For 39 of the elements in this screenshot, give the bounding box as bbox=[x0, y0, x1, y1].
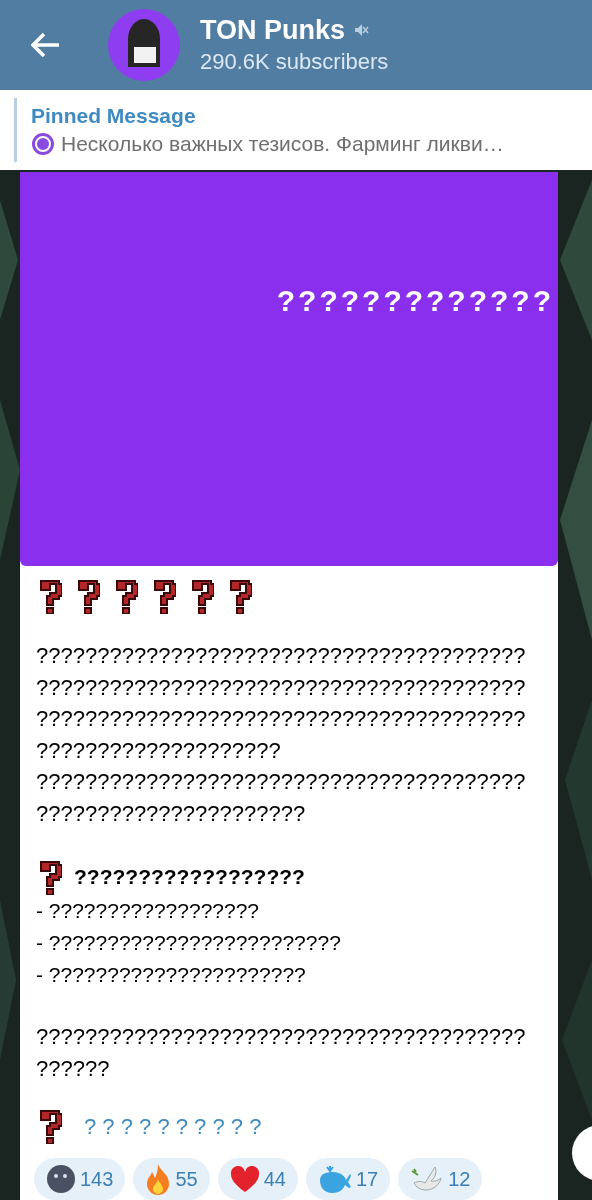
back-arrow-icon bbox=[31, 32, 61, 58]
moon-face-icon bbox=[46, 1164, 76, 1194]
section-heading: ?????????????????? bbox=[74, 864, 305, 891]
message-text-line: ???????????????????????????????????????? bbox=[36, 1023, 527, 1051]
question-mark-icon bbox=[38, 1108, 62, 1144]
message-text-line: ???????????????????????????????????????? bbox=[36, 673, 527, 702]
pinned-text: Несколько важных тезисов. Фарминг ликви… bbox=[61, 131, 504, 157]
reaction-button[interactable]: 12 bbox=[398, 1158, 483, 1200]
message-text-line: ???????????????????????????????????????? bbox=[36, 705, 527, 733]
pinned-label: Pinned Message bbox=[31, 103, 197, 129]
question-mark-icon bbox=[76, 578, 100, 614]
list-item: - ?????????????????????? bbox=[36, 962, 307, 988]
question-mark-icon bbox=[38, 859, 62, 895]
channel-title: TON Punks bbox=[200, 14, 346, 47]
reaction-button[interactable]: 17 bbox=[305, 1158, 391, 1200]
message-text-line: ???????????????????? bbox=[36, 736, 282, 765]
reaction-button[interactable]: 44 bbox=[217, 1158, 298, 1200]
coin-icon bbox=[31, 132, 55, 156]
message-text-line: ?????????????????????? bbox=[36, 799, 307, 828]
heart-icon bbox=[229, 1165, 260, 1193]
message-text-line: ???????????????????????????????????????? bbox=[36, 642, 527, 670]
reaction-button[interactable]: 143 bbox=[34, 1158, 126, 1200]
question-mark-icon bbox=[114, 578, 138, 614]
message-link[interactable]: ? ? ? ? ? ? ? ? ? ? bbox=[84, 1109, 262, 1143]
whale-icon bbox=[317, 1164, 352, 1194]
question-mark-icon bbox=[190, 578, 214, 614]
question-mark-icon bbox=[38, 578, 62, 614]
subscriber-count: 290.6K subscribers bbox=[200, 48, 389, 76]
list-item: - ?????????????????? bbox=[36, 898, 261, 924]
message-text-line: ?????? bbox=[36, 1054, 111, 1083]
list-item: - ????????????????????????? bbox=[36, 930, 342, 956]
avatar[interactable] bbox=[108, 9, 180, 81]
banner-text: ????????????? bbox=[276, 283, 554, 319]
pinned-message-bar[interactable]: Pinned Message Несколько важных тезисов. Фарминг ликви… bbox=[0, 90, 592, 170]
question-mark-icon bbox=[228, 578, 252, 614]
reaction-button[interactable]: 55 bbox=[133, 1158, 210, 1200]
question-mark-icon bbox=[152, 578, 176, 614]
message-text-line: ???????????????????????????????????????? bbox=[36, 768, 527, 796]
flame-icon bbox=[145, 1163, 172, 1195]
